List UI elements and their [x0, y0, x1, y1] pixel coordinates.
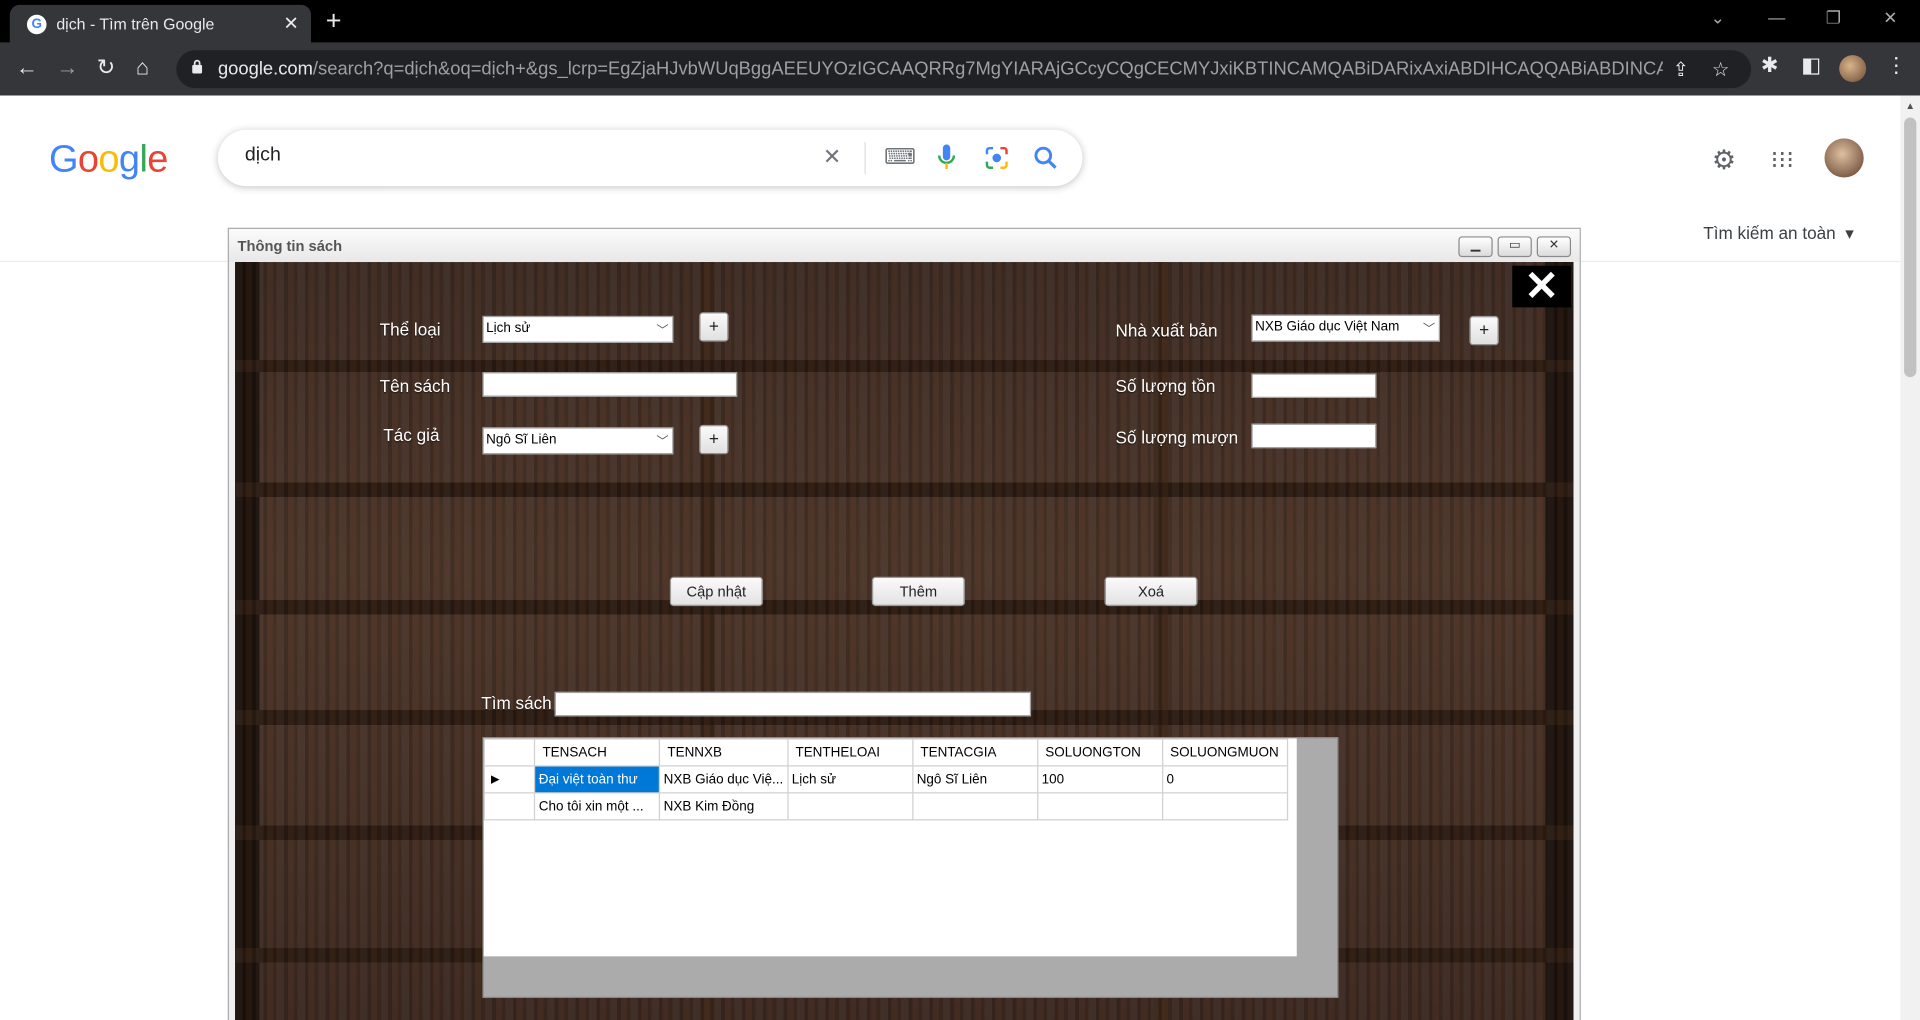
minimize-icon[interactable]: — [1768, 7, 1785, 27]
search-input[interactable]: dịch [245, 144, 281, 166]
keyboard-icon[interactable]: ⌨ [884, 144, 916, 170]
address-bar[interactable]: google.com/search?q=dịch&oq=dịch+&gs_lcr… [176, 50, 1752, 89]
search-book-input[interactable] [554, 691, 1032, 717]
stock-qty-input[interactable] [1251, 373, 1377, 398]
tab-close-icon[interactable]: ✕ [283, 12, 298, 34]
safesearch-dropdown[interactable]: Tìm kiếm an toàn ▾ [1703, 223, 1854, 244]
profile-avatar[interactable] [1839, 55, 1867, 83]
window-minimize-icon[interactable]: ▁ [1458, 236, 1493, 258]
add-category-button[interactable]: + [699, 312, 729, 342]
tab-bar: G dịch - Tìm trên Google ✕ + ⌄ — ❐ ✕ [0, 0, 1920, 43]
google-account-avatar[interactable] [1824, 138, 1864, 178]
clear-icon[interactable]: ✕ [823, 144, 841, 170]
stock-qty-label: Số lượng tồn [1115, 375, 1216, 396]
window-title: Thông tin sách [237, 237, 343, 255]
table-cell[interactable]: Lịch sử [786, 765, 914, 794]
publisher-combobox[interactable]: NXB Giáo dục Việt Nam ﹀ [1251, 314, 1441, 342]
table-cell[interactable]: Ngô Sĩ Liên [911, 765, 1038, 794]
book-name-label: Tên sách [379, 375, 451, 396]
search-icon[interactable] [1033, 146, 1057, 170]
close-window-icon[interactable]: ✕ [1883, 7, 1897, 28]
borrow-qty-label: Số lượng mượn [1115, 427, 1239, 447]
table-cell[interactable] [1161, 792, 1288, 821]
page-scrollbar[interactable]: ▲ [1900, 95, 1920, 1020]
table-cell[interactable]: NXB Kim Đồng [658, 792, 789, 821]
scroll-up-icon[interactable]: ▲ [1905, 100, 1915, 111]
delete-button[interactable]: Xoá [1104, 576, 1198, 607]
book-name-input[interactable] [482, 372, 738, 397]
category-label: Thể loại [379, 319, 441, 340]
table-cell[interactable]: NXB Giáo dục Việ... [658, 765, 789, 794]
table-cell[interactable] [786, 792, 914, 821]
restore-icon[interactable]: ❐ [1826, 7, 1841, 28]
chevron-down-icon: ﹀ [656, 435, 669, 450]
table-cell[interactable]: 100 [1036, 765, 1163, 794]
table-cell[interactable]: Đại việt toàn thư [533, 765, 661, 794]
new-tab-icon[interactable]: + [326, 7, 342, 34]
column-header[interactable]: TENTACGIA [911, 738, 1038, 767]
table-cell[interactable] [1036, 792, 1163, 821]
back-icon[interactable]: ← [16, 55, 38, 79]
table-row[interactable]: ▶ Đại việt toàn thư NXB Giáo dục Việ... … [483, 765, 1288, 794]
book-info-window: Thông tin sách ▁ ▭ ✕ ✕ Thể loại Lịch sử ﹀… [227, 227, 1581, 1020]
update-button[interactable]: Cập nhật [669, 576, 763, 607]
author-combobox[interactable]: Ngô Sĩ Liên ﹀ [482, 427, 674, 455]
window-titlebar[interactable]: Thông tin sách ▁ ▭ ✕ [228, 228, 1580, 263]
scroll-thumb[interactable] [1904, 117, 1917, 378]
tab-title: dịch - Tìm trên Google [56, 14, 215, 34]
settings-gear-icon[interactable]: ⚙ [1712, 144, 1736, 176]
row-header-corner [483, 738, 536, 767]
category-combobox[interactable]: Lịch sử ﹀ [482, 315, 674, 343]
chevron-down-icon: ﹀ [1422, 323, 1436, 337]
column-header[interactable]: SOLUONGTON [1036, 738, 1163, 767]
menu-icon[interactable]: ⋮ [1886, 54, 1907, 78]
tab-search-icon[interactable]: ⌄ [1711, 7, 1725, 28]
google-logo[interactable]: Google [49, 137, 168, 181]
reload-icon[interactable]: ↻ [97, 55, 115, 79]
table-cell[interactable]: Cho tôi xin một ... [533, 792, 661, 821]
window-maximize-icon[interactable]: ▭ [1497, 236, 1532, 258]
search-box[interactable]: dịch ✕ ⌨ [217, 129, 1083, 187]
column-header[interactable]: SOLUONGMUON [1161, 738, 1288, 767]
author-label: Tác giả [383, 424, 440, 445]
microphone-icon[interactable] [937, 144, 956, 171]
row-header[interactable] [483, 792, 536, 821]
add-button[interactable]: Thêm [871, 576, 965, 607]
column-header[interactable]: TENNXB [658, 738, 789, 767]
chevron-down-icon: ﹀ [656, 324, 669, 338]
form-client-area: ✕ Thể loại Lịch sử ﹀ + Tên sách Tác giả N… [235, 262, 1574, 1020]
search-divider [864, 142, 866, 174]
publisher-label: Nhà xuất bản [1115, 320, 1218, 341]
google-apps-icon[interactable]: ⁝⁝⁝ [1771, 144, 1794, 175]
bookmark-star-icon[interactable]: ☆ [1712, 58, 1730, 82]
google-favicon-icon: G [26, 14, 47, 35]
home-icon[interactable]: ⌂ [136, 55, 149, 79]
url-text: google.com/search?q=dịch&oq=dịch+&gs_lcr… [217, 58, 1663, 80]
forward-icon[interactable]: → [56, 55, 78, 79]
add-author-button[interactable]: + [699, 424, 729, 455]
lock-icon [192, 59, 203, 74]
table-cell[interactable] [911, 792, 1038, 821]
table-row[interactable]: Cho tôi xin một ... NXB Kim Đồng [483, 792, 1288, 821]
extensions-icon[interactable]: ✱ [1761, 54, 1778, 78]
column-header[interactable]: TENTHELOAI [786, 738, 914, 767]
lens-camera-icon[interactable] [984, 146, 1008, 170]
search-book-label: Tìm sách [481, 693, 552, 713]
share-icon[interactable]: ⇪ [1673, 58, 1689, 82]
browser-toolbar: ← → ↻ ⌂ google.com/search?q=dịch&oq=dịch… [0, 42, 1920, 96]
side-panel-icon[interactable]: ◧ [1801, 54, 1821, 78]
close-x-icon[interactable]: ✕ [1512, 265, 1572, 308]
browser-tab[interactable]: G dịch - Tìm trên Google ✕ [9, 4, 312, 43]
column-header[interactable]: TENSACH [533, 738, 661, 767]
borrow-qty-input[interactable] [1251, 423, 1377, 449]
books-datagrid[interactable]: TENSACH TENNXB TENTHELOAI TENTACGIA SOLU… [482, 737, 1339, 998]
add-publisher-button[interactable]: + [1469, 315, 1499, 346]
current-row-indicator-icon[interactable]: ▶ [483, 765, 536, 794]
window-close-icon[interactable]: ✕ [1536, 236, 1572, 258]
table-cell[interactable]: 0 [1161, 765, 1288, 794]
